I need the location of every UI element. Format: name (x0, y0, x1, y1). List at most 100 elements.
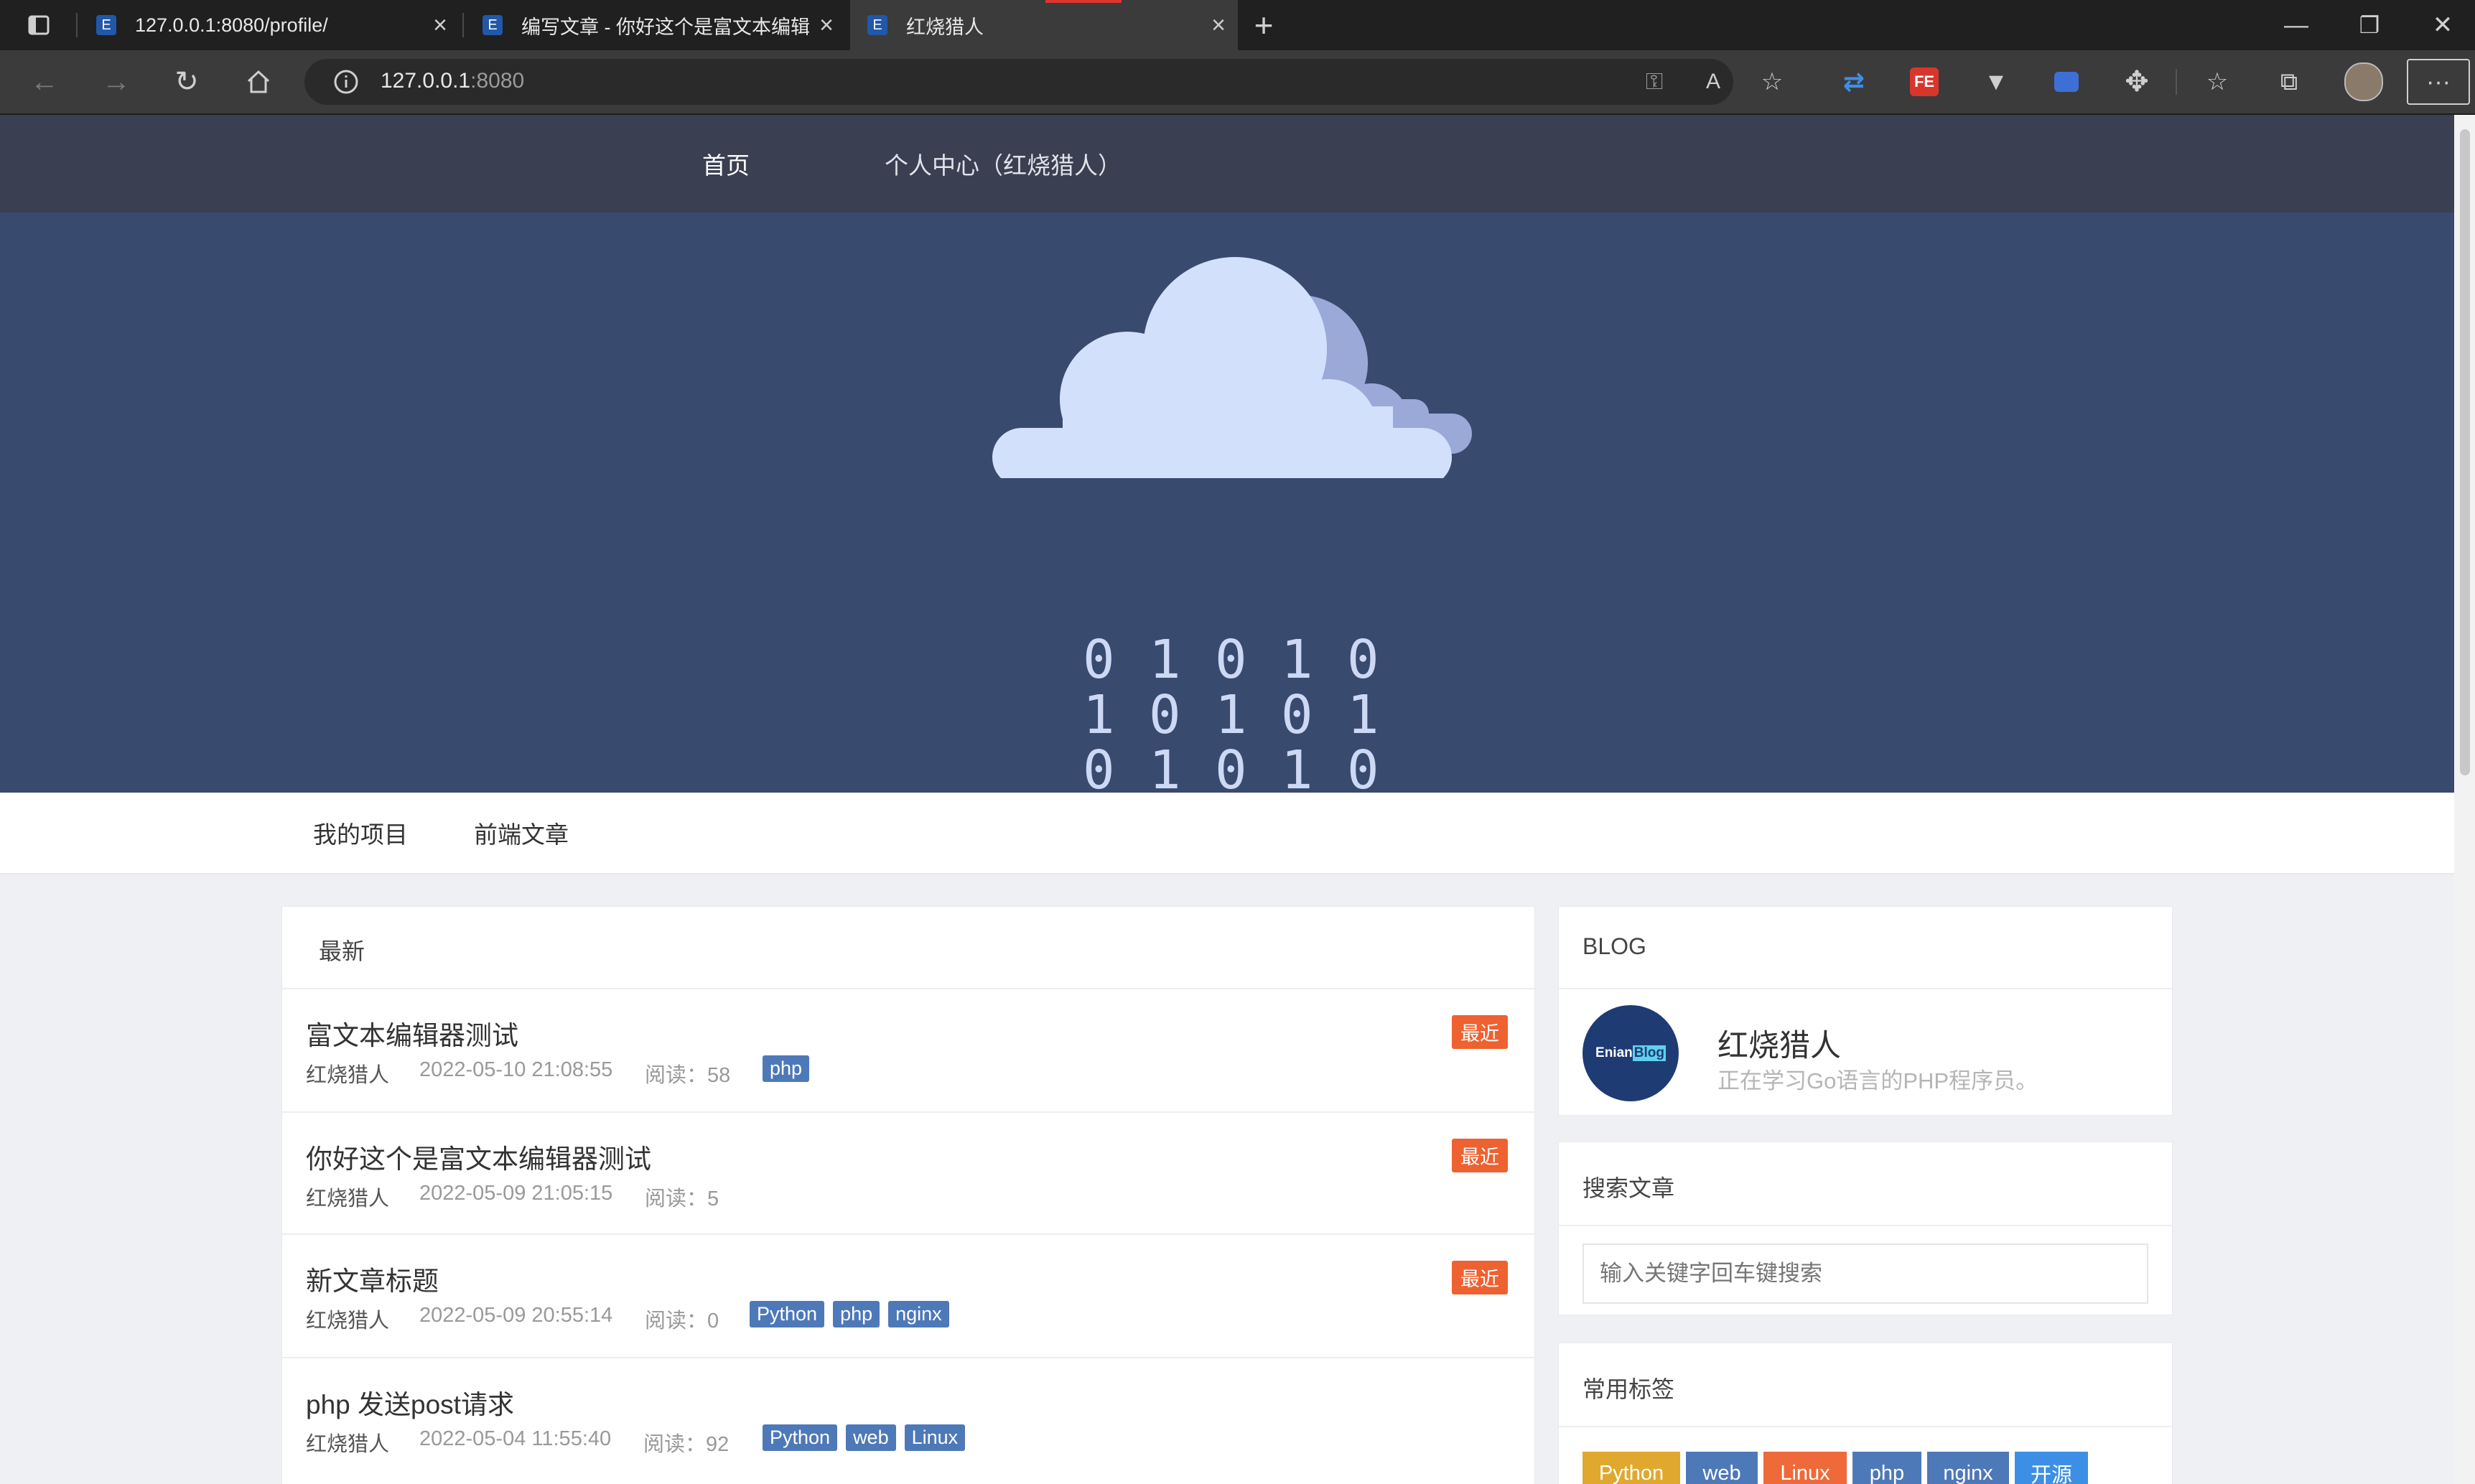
key-icon[interactable]: ⚿ (1633, 60, 1676, 103)
collections-icon[interactable]: ⧉ (2267, 60, 2311, 103)
post-author: 红烧猎人 (306, 1310, 390, 1333)
extension-sync-icon[interactable]: ⇄ (1832, 60, 1875, 103)
refresh-icon[interactable]: ↻ (165, 60, 208, 103)
post-tag[interactable]: php (763, 1055, 810, 1082)
blog-author-bio: 正在学习Go语言的PHP程序员。 (1717, 1068, 2038, 1093)
forward-arrow-icon[interactable]: → (95, 60, 138, 103)
post-title-link[interactable]: 新文章标题 (306, 1259, 439, 1298)
binary-digit: 1 (1347, 684, 1379, 746)
binary-digit: 1 (1281, 739, 1313, 793)
read-aloud-icon[interactable]: A (1692, 60, 1735, 103)
post-author: 红烧猎人 (306, 1064, 390, 1087)
post-list-item[interactable] (282, 1235, 1534, 1357)
post-tag[interactable]: web (846, 1424, 896, 1451)
tab-title: 127.0.0.1:8080/profile/ (135, 14, 328, 36)
post-tag[interactable]: php (833, 1301, 880, 1327)
tag-linux[interactable]: Linux (1763, 1452, 1847, 1484)
binary-digit: 0 (1215, 629, 1247, 691)
tag-nginx[interactable]: nginx (1927, 1452, 2009, 1484)
tab-favicon-icon: E (483, 15, 503, 35)
restore-button[interactable]: ❐ (2348, 4, 2391, 47)
binary-digit: 0 (1083, 739, 1115, 793)
binary-digit: 1 (1215, 684, 1247, 746)
read-count-label: 阅读： (645, 1310, 708, 1333)
close-tab-icon[interactable]: × (816, 11, 837, 39)
post-tag[interactable]: Python (750, 1301, 825, 1327)
binary-digit: 0 (1281, 684, 1313, 746)
tag-python[interactable]: Python (1583, 1452, 1680, 1484)
read-count: 58 (707, 1064, 731, 1087)
site-info-icon[interactable] (325, 60, 368, 103)
binary-digit: 0 (1215, 739, 1247, 793)
minimize-button[interactable]: — (2275, 4, 2318, 47)
page-viewport: 首页 个人中心（红烧猎人） 0 1 0 1 0 1 0 1 0 1 0 1 0 … (0, 115, 2454, 1484)
close-tab-icon[interactable]: × (1208, 11, 1229, 39)
binary-digit: 0 (1083, 629, 1115, 691)
extension-panel-icon[interactable] (2045, 60, 2088, 103)
tab-actions-icon[interactable] (17, 4, 60, 47)
browser-tab-bar: E 127.0.0.1:8080/profile/ × E 编写文章 - 你好这… (0, 0, 2475, 50)
nav-frontend-articles-link[interactable]: 前端文章 (474, 793, 569, 873)
read-count: 92 (706, 1433, 730, 1456)
extension-fe-icon[interactable]: FE (1903, 60, 1946, 103)
scrollbar-thumb[interactable] (2460, 129, 2470, 775)
binary-digit: 1 (1149, 629, 1181, 691)
url-port: :8080 (470, 69, 525, 93)
post-tag[interactable]: nginx (888, 1301, 949, 1327)
post-title-link[interactable]: 你好这个是富文本编辑器测试 (306, 1137, 651, 1176)
close-window-button[interactable]: ✕ (2421, 4, 2464, 47)
post-author: 红烧猎人 (306, 1433, 390, 1456)
tab-profile[interactable]: E 127.0.0.1:8080/profile/ × (85, 0, 458, 50)
binary-digit: 0 (1347, 629, 1379, 691)
search-panel-header: 搜索文章 (1583, 1175, 1675, 1201)
read-count: 5 (707, 1187, 719, 1210)
url-text[interactable]: 127.0.0.1:8080 (381, 69, 524, 93)
nav-profile-link[interactable]: 个人中心（红烧猎人） (885, 115, 1122, 213)
site-nav-bar (0, 115, 2454, 213)
read-count: 0 (707, 1310, 719, 1333)
recent-badge: 最近 (1452, 1261, 1508, 1294)
cloud-illustration (992, 257, 1472, 478)
post-date: 2022-05-09 21:05:15 (419, 1182, 613, 1205)
add-favorite-icon[interactable]: ☆ (1751, 60, 1794, 103)
tag-open-source[interactable]: 开源 (2015, 1452, 2088, 1484)
blog-card-header: BLOG (1583, 933, 1646, 959)
tag-web[interactable]: web (1686, 1452, 1758, 1484)
back-arrow-icon[interactable]: ← (23, 60, 66, 103)
post-tag[interactable]: Linux (904, 1424, 966, 1451)
nav-my-projects-link[interactable]: 我的项目 (313, 793, 408, 873)
extension-vue-icon[interactable]: ▼ (1975, 60, 2018, 103)
post-title-link[interactable]: 富文本编辑器测试 (306, 1014, 518, 1053)
recent-badge: 最近 (1452, 1139, 1508, 1172)
read-count-label: 阅读： (645, 1187, 708, 1210)
close-tab-icon[interactable]: × (429, 11, 451, 39)
read-count-label: 阅读： (645, 1064, 708, 1087)
tab-favicon-icon: E (96, 15, 116, 35)
favorites-icon[interactable]: ☆ (2196, 60, 2239, 103)
popular-tags-header: 常用标签 (1583, 1376, 1675, 1402)
logo-text-highlight: Blog (1632, 1045, 1666, 1061)
tab-favicon-icon: E (867, 15, 887, 35)
more-menu-icon[interactable]: ··· (2407, 59, 2470, 105)
nav-home-link[interactable]: 首页 (702, 115, 750, 213)
tag-php[interactable]: php (1852, 1452, 1921, 1484)
url-host: 127.0.0.1 (381, 69, 471, 93)
search-input[interactable] (1583, 1243, 2148, 1304)
tab-write-article[interactable]: E 编写文章 - 你好这个是富文本编辑 × (471, 0, 844, 50)
binary-digit: 1 (1281, 629, 1313, 691)
binary-digit: 1 (1149, 739, 1181, 793)
tab-active-home[interactable]: E 红烧猎人 × (850, 0, 1238, 50)
post-tag[interactable]: Python (763, 1424, 838, 1451)
new-tab-button[interactable]: + (1242, 4, 1285, 47)
post-date: 2022-05-09 20:55:14 (419, 1304, 613, 1327)
recent-badge: 最近 (1452, 1015, 1508, 1049)
post-title-link[interactable]: php 发送post请求 (306, 1383, 514, 1422)
profile-avatar-icon[interactable] (2342, 60, 2385, 103)
binary-digit: 1 (1083, 684, 1115, 746)
logo-text: Enian (1595, 1045, 1633, 1060)
home-icon[interactable] (237, 60, 280, 103)
read-count-label: 阅读： (643, 1433, 707, 1456)
extensions-puzzle-icon[interactable]: ✥ (2115, 60, 2158, 103)
tab-loading-indicator (1045, 0, 1122, 3)
latest-posts-header: 最新 (319, 938, 365, 964)
